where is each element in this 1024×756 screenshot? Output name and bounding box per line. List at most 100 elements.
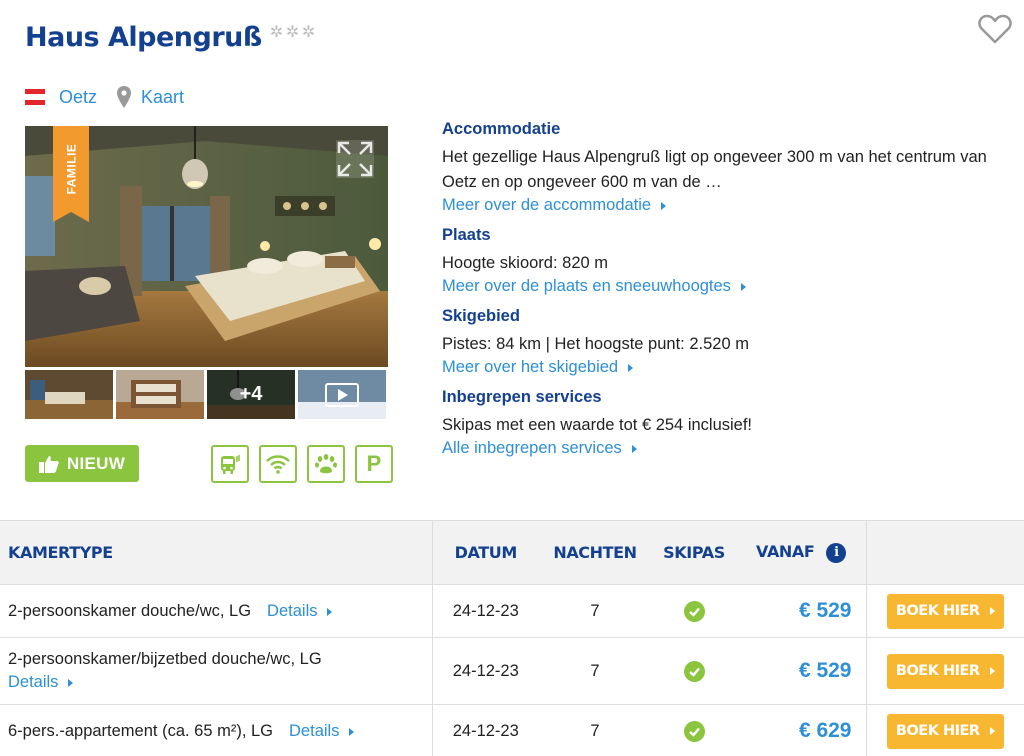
table-row: 2-persoonskamer douche/wc, LG Details 24-… [0,584,1024,638]
parking-icon[interactable]: P [355,445,393,483]
table-row: 2-persoonskamer/bijzetbed douche/wc, LG D… [0,637,1024,705]
skipass-cell [651,637,737,705]
price-cell: € 629 [737,704,866,756]
shuttle-bus-icon[interactable] [211,445,249,483]
price-cell: € 529 [737,637,866,705]
chevron-right-icon [631,444,637,453]
book-button[interactable]: BOEK HIER [886,713,1004,749]
header-kamertype: KAMERTYPE [0,520,432,585]
chevron-right-icon [989,667,995,675]
place-section: Plaats Hoogte skioord: 820 m Meer over d… [442,226,1017,296]
ski-heading: Skigebied [442,307,520,325]
video-thumbnail[interactable] [298,370,386,419]
skipass-cell [651,584,737,638]
favorite-heart-icon[interactable] [978,14,1012,46]
room-type: 6-pers.-appartement (ca. 65 m²), LG [8,721,274,740]
details-link[interactable]: Details [8,673,74,692]
room-type-cell: 2-persoonskamer/bijzetbed douche/wc, LG D… [0,637,432,705]
action-cell: BOEK HIER [865,704,1024,756]
book-label: BOEK HIER [895,723,980,739]
accommodation-text: Het gezellige Haus Alpengruß ligt op ong… [442,148,987,191]
header-datum: DATUM [431,520,539,585]
services-more-link[interactable]: Alle inbegrepen services [442,439,637,458]
check-icon [683,720,705,742]
map-link[interactable]: Kaart [141,87,184,108]
main-photo[interactable]: FAMILIE [25,126,388,367]
date-cell: 24-12-23 [431,584,539,638]
wifi-icon[interactable] [259,445,297,483]
new-label: NIEUW [66,453,126,473]
date-cell: 24-12-23 [431,637,539,705]
book-button[interactable]: BOEK HIER [886,593,1004,629]
fullscreen-icon[interactable] [336,140,374,178]
accommodation-heading: Accommodatie [442,120,561,138]
room-type: 2-persoonskamer/bijzetbed douche/wc, LG [8,650,322,668]
room-type: 2-persoonskamer douche/wc, LG [8,601,252,620]
new-badge: NIEUW [25,445,139,482]
thumbnail[interactable] [25,370,113,419]
info-panel: Accommodatie Het gezellige Haus Alpengru… [442,120,1017,469]
more-photos-count: +4 [207,370,295,419]
chevron-right-icon [628,363,634,372]
pets-allowed-icon[interactable] [307,445,345,483]
header-nachten: NACHTEN [539,520,651,585]
check-icon [683,660,705,682]
place-text: Hoogte skioord: 820 m [442,254,609,272]
table-header-row: KAMERTYPE DATUM NACHTEN SKIPAS VANAF i [0,520,1024,585]
location-row: Oetz Kaart [25,86,184,108]
chevron-right-icon [661,201,667,210]
chevron-right-icon [740,282,746,291]
star-icon: ✲ [301,24,316,41]
facility-icons: P [211,445,393,483]
title-row: Haus Alpengruß ✲ ✲ ✲ [25,22,316,53]
room-type-cell: 6-pers.-appartement (ca. 65 m²), LG Detai… [0,704,432,756]
room-table: KAMERTYPE DATUM NACHTEN SKIPAS VANAF i 2-… [0,520,1024,756]
star-rating: ✲ ✲ ✲ [269,24,316,41]
header-action [865,520,1024,585]
thumbnail[interactable] [116,370,204,419]
header-skipas: SKIPAS [651,520,737,585]
accommodation-more-label: Meer over de accommodatie [442,196,652,214]
services-text: Skipas met een waarde tot € 254 inclusie… [442,416,753,434]
place-more-link[interactable]: Meer over de plaats en sneeuwhoogtes [442,277,746,296]
thumbnail-more[interactable]: +4 [207,370,295,419]
action-cell: BOEK HIER [865,637,1024,705]
place-more-label: Meer over de plaats en sneeuwhoogtes [442,277,731,295]
info-icon[interactable]: i [826,542,847,563]
book-button[interactable]: BOEK HIER [886,653,1004,689]
skipass-cell [651,704,737,756]
map-pin-icon [117,86,132,108]
place-heading: Plaats [442,226,491,244]
details-link[interactable]: Details [267,601,333,620]
check-icon [683,600,705,622]
nights-cell: 7 [539,637,651,705]
ski-section: Skigebied Pistes: 84 km | Het hoogste pu… [442,307,1017,377]
room-type-cell: 2-persoonskamer douche/wc, LG Details [0,584,432,638]
services-heading: Inbegrepen services [442,388,602,406]
book-label: BOEK HIER [895,663,980,679]
details-link[interactable]: Details [289,722,355,740]
price-cell: € 529 [737,584,866,638]
nights-cell: 7 [539,584,651,638]
star-icon: ✲ [269,24,284,41]
nights-cell: 7 [539,704,651,756]
thumbnail-strip: +4 [25,370,386,419]
table-row: 6-pers.-appartement (ca. 65 m²), LG Detai… [0,704,1024,756]
date-cell: 24-12-23 [431,704,539,756]
details-label: Details [267,601,318,620]
chevron-right-icon [989,727,995,735]
chevron-right-icon [349,727,355,736]
book-label: BOEK HIER [895,603,980,619]
thumbs-up-icon [38,455,59,473]
austria-flag-icon [25,89,45,105]
chevron-right-icon [68,679,74,687]
accommodation-more-link[interactable]: Meer over de accommodatie [442,196,667,215]
services-section: Inbegrepen services Skipas met een waard… [442,388,1017,458]
hotel-name: Haus Alpengruß [25,22,262,53]
chevron-right-icon [327,607,333,616]
family-ribbon: FAMILIE [53,126,89,222]
parking-letter: P [366,451,382,476]
location-link[interactable]: Oetz [59,87,97,108]
chevron-right-icon [989,607,995,615]
ski-more-link[interactable]: Meer over het skigebied [442,358,634,377]
